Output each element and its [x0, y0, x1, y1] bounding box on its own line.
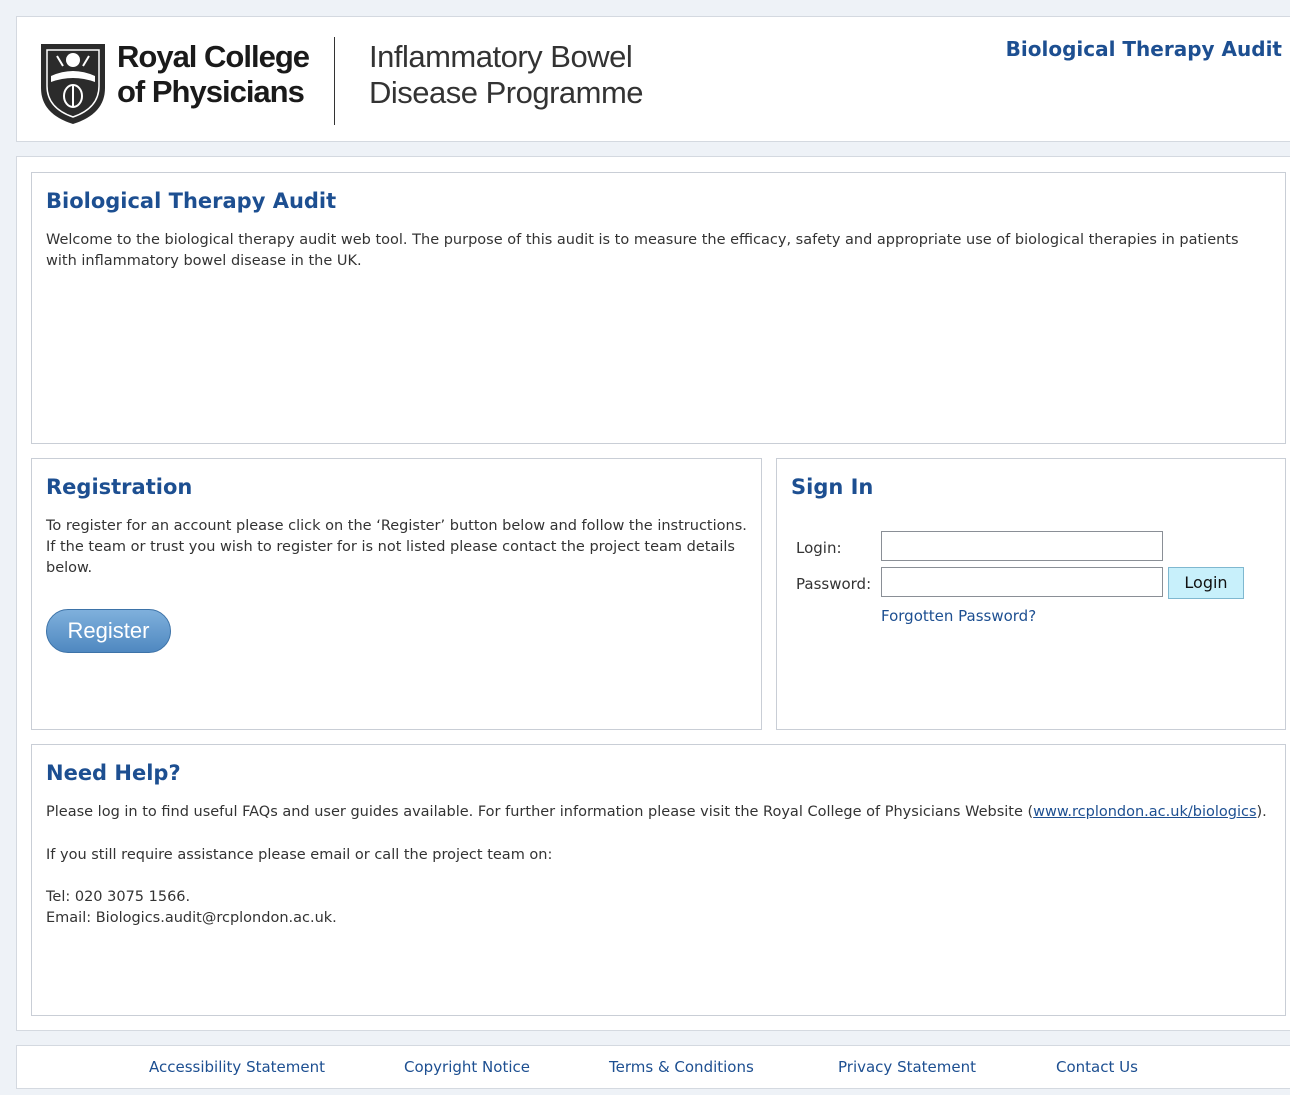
help-text-after: ). — [1256, 804, 1267, 820]
login-button[interactable]: Login — [1168, 567, 1244, 599]
sign-in-panel: Sign In Login: Password: Login Forgotten… — [776, 458, 1286, 730]
help-assistance-text: If you still require assistance please e… — [46, 847, 553, 863]
footer-link-contact[interactable]: Contact Us — [1056, 1058, 1138, 1076]
registration-title: Registration — [46, 475, 193, 499]
password-label: Password: — [796, 575, 872, 593]
footer-link-privacy[interactable]: Privacy Statement — [838, 1058, 976, 1076]
forgotten-password-link[interactable]: Forgotten Password? — [881, 607, 1036, 625]
footer-link-accessibility[interactable]: Accessibility Statement — [149, 1058, 325, 1076]
welcome-text: Welcome to the biological therapy audit … — [46, 232, 1239, 269]
register-button[interactable]: Register — [46, 609, 171, 653]
page-header: Royal College of Physicians Inflammatory… — [16, 16, 1290, 142]
welcome-title: Biological Therapy Audit — [46, 189, 337, 213]
login-input[interactable] — [881, 531, 1163, 561]
logo-line1: Royal College — [117, 39, 310, 74]
help-text: Please log in to find useful FAQs and us… — [46, 802, 1271, 823]
help-panel: Need Help? Please log in to find useful … — [31, 744, 1286, 1016]
footer-link-copyright[interactable]: Copyright Notice — [404, 1058, 530, 1076]
programme-name: Inflammatory Bowel Disease Programme — [369, 39, 644, 111]
password-input[interactable] — [881, 567, 1163, 597]
programme-line2: Disease Programme — [369, 75, 644, 110]
logo-line2: of Physicians — [117, 74, 305, 109]
login-label: Login: — [796, 539, 842, 557]
footer-link-terms[interactable]: Terms & Conditions — [609, 1058, 754, 1076]
welcome-panel: Biological Therapy Audit Welcome to the … — [31, 172, 1286, 444]
programme-line1: Inflammatory Bowel — [369, 39, 633, 74]
registration-panel: Registration To register for an account … — [31, 458, 762, 730]
logo-divider — [334, 37, 335, 125]
help-tel: Tel: 020 3075 1566. — [46, 889, 191, 905]
header-title: Biological Therapy Audit — [1005, 37, 1282, 61]
help-email: Email: Biologics.audit@rcplondon.ac.uk. — [46, 910, 337, 926]
registration-text: To register for an account please click … — [46, 518, 747, 576]
rcp-crest-icon — [41, 44, 105, 124]
help-title: Need Help? — [46, 761, 181, 785]
footer: Accessibility Statement Copyright Notice… — [16, 1045, 1290, 1089]
sign-in-title: Sign In — [791, 475, 874, 499]
help-text-before: Please log in to find useful FAQs and us… — [46, 804, 1034, 820]
rcp-logo-text: Royal College of Physicians — [117, 39, 310, 109]
rcp-biologics-link[interactable]: www.rcplondon.ac.uk/biologics — [1033, 804, 1256, 820]
